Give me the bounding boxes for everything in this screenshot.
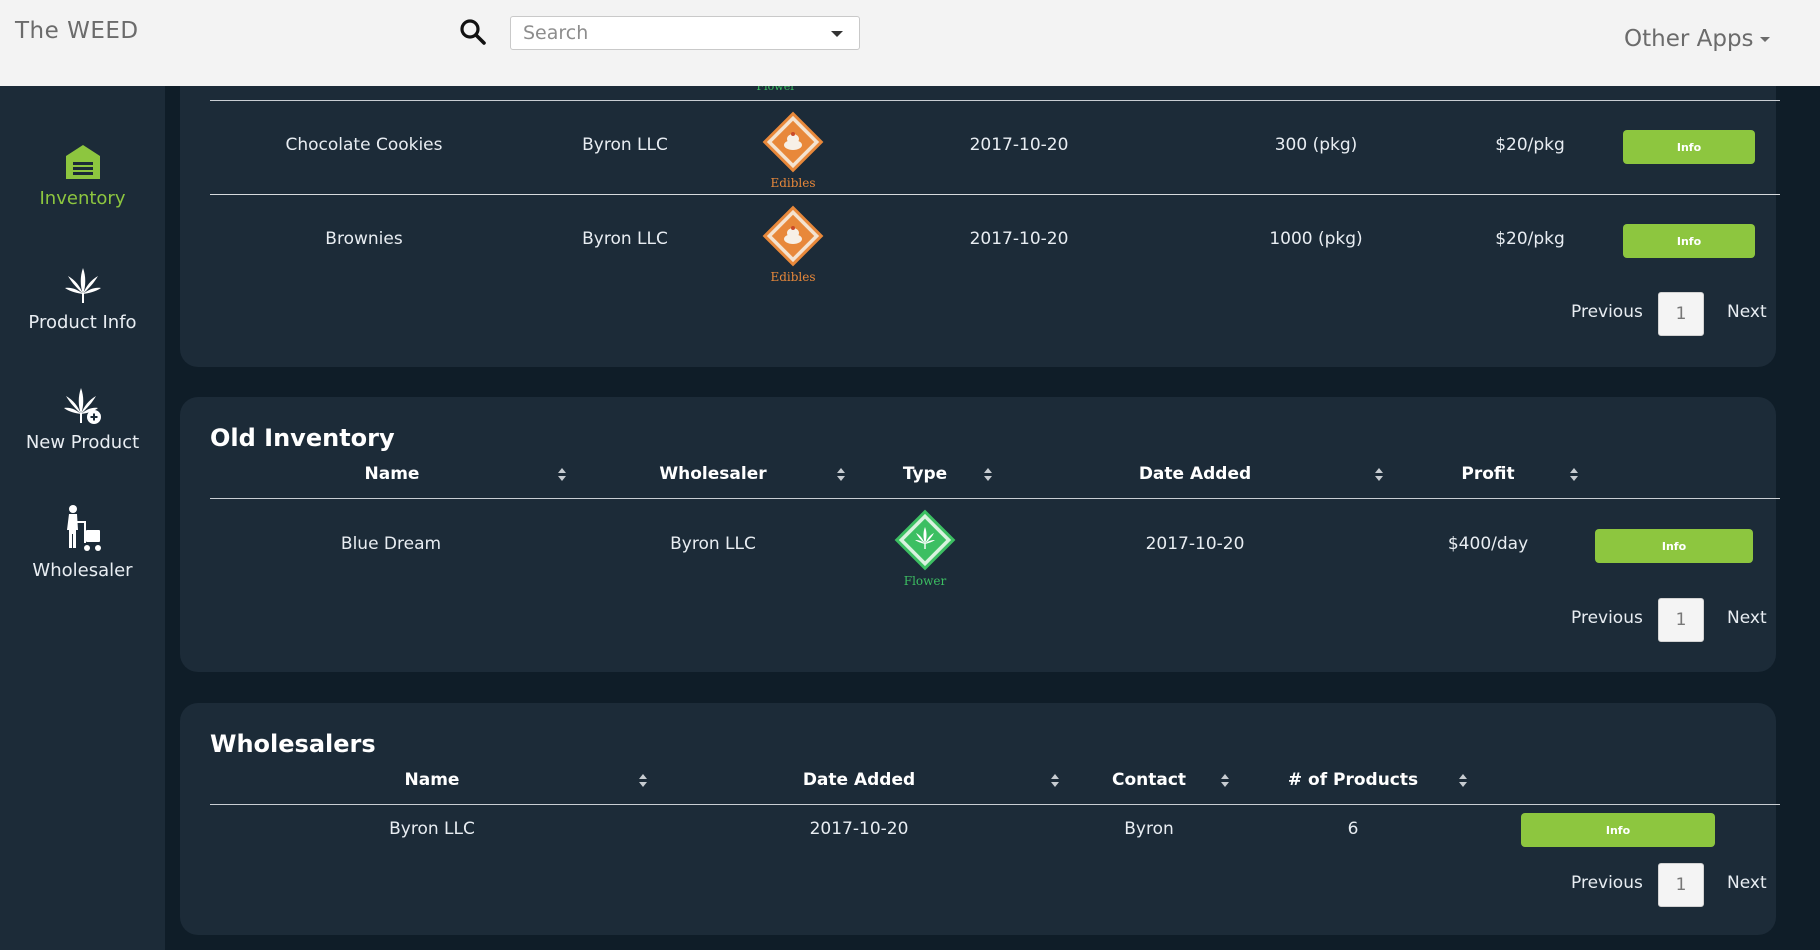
type-label: Flower — [903, 574, 947, 588]
warehouse-icon — [65, 145, 100, 179]
sidebar-item-label: Product Info — [28, 312, 137, 333]
product-name: Chocolate Cookies — [285, 135, 443, 155]
sort-icon[interactable] — [1375, 468, 1383, 482]
column-header-profit[interactable]: Profit — [1461, 464, 1514, 484]
wholesalers-card: Wholesalers Name Date Added Contact # of… — [180, 703, 1780, 935]
info-button[interactable]: Info — [1595, 529, 1753, 563]
section-title: Wholesalers — [210, 730, 376, 758]
date-added: 2017-10-20 — [1145, 534, 1245, 554]
info-button[interactable]: Info — [1623, 224, 1755, 258]
edibles-icon — [762, 205, 824, 267]
product-wholesaler: Byron LLC — [582, 135, 668, 155]
column-header-date-added[interactable]: Date Added — [803, 770, 915, 790]
product-price: $20/pkg — [1495, 229, 1565, 249]
date-added: 2017-10-20 — [969, 229, 1069, 249]
top-bar: The WEED Other Apps — [0, 0, 1820, 86]
product-quantity: 300 (pkg) — [1274, 135, 1358, 155]
sort-icon[interactable] — [984, 468, 992, 482]
other-apps-label: Other Apps — [1624, 26, 1754, 52]
sidebar-item-label: Wholesaler — [32, 560, 133, 581]
sidebar-item-wholesaler[interactable]: Wholesaler — [0, 504, 165, 581]
column-header-products[interactable]: # of Products — [1288, 770, 1418, 790]
info-button[interactable]: Info — [1623, 130, 1755, 164]
table-divider — [210, 804, 1780, 805]
product-quantity: 1000 (pkg) — [1269, 229, 1363, 249]
edibles-icon — [762, 111, 824, 173]
table-divider — [210, 100, 1780, 101]
caret-down-icon — [1759, 37, 1770, 42]
type-badge-flower: Flower — [890, 508, 960, 588]
column-header-name[interactable]: Name — [365, 464, 420, 484]
pager-previous[interactable]: Previous — [1571, 608, 1643, 628]
search-input[interactable] — [523, 22, 823, 44]
date-added: 2017-10-20 — [969, 135, 1069, 155]
wholesaler-product-count: 6 — [1347, 819, 1359, 839]
sort-icon[interactable] — [1051, 774, 1059, 788]
product-wholesaler: Byron LLC — [670, 534, 756, 554]
product-price: $20/pkg — [1495, 135, 1565, 155]
sidebar: Inventory Product Info New Product Whole… — [0, 86, 165, 950]
column-header-contact[interactable]: Contact — [1112, 770, 1186, 790]
table-divider — [210, 498, 1780, 499]
cannabis-leaf-icon — [64, 268, 101, 303]
pager-next[interactable]: Next — [1727, 608, 1767, 628]
flower-icon — [894, 509, 956, 571]
app-title[interactable]: The WEED — [15, 18, 139, 44]
type-badge-edibles: Edibles — [758, 204, 828, 284]
column-header-name[interactable]: Name — [405, 770, 460, 790]
sidebar-item-new-product[interactable]: New Product — [0, 386, 165, 453]
info-button[interactable]: Info — [1521, 813, 1715, 847]
sort-icon[interactable] — [1570, 468, 1578, 482]
sort-icon[interactable] — [1221, 774, 1229, 788]
chevron-down-icon[interactable] — [831, 31, 843, 37]
product-wholesaler: Byron LLC — [582, 229, 668, 249]
pager-page-1[interactable]: 1 — [1658, 292, 1704, 336]
product-name: Brownies — [325, 229, 403, 249]
wholesaler-name: Byron LLC — [389, 819, 475, 839]
wholesaler-contact: Byron — [1124, 819, 1174, 839]
sidebar-item-inventory[interactable]: Inventory — [0, 142, 165, 209]
sort-icon[interactable] — [639, 774, 647, 788]
old-inventory-card: Old Inventory Name Wholesaler Type Date … — [180, 397, 1780, 672]
search-icon[interactable] — [459, 18, 487, 46]
sidebar-item-product-info[interactable]: Product Info — [0, 266, 165, 333]
pager-next[interactable]: Next — [1727, 873, 1767, 893]
cannabis-leaf-plus-icon — [63, 388, 101, 424]
pager-next[interactable]: Next — [1727, 302, 1767, 322]
pager-page-1[interactable]: 1 — [1658, 598, 1704, 642]
sidebar-item-label: New Product — [25, 432, 140, 453]
current-inventory-card: Chocolate Cookies Byron LLC Edibles 2017… — [180, 40, 1780, 367]
type-label: Edibles — [770, 270, 816, 284]
pager-previous[interactable]: Previous — [1571, 302, 1643, 322]
product-profit: $400/day — [1447, 534, 1529, 554]
pager-page-1[interactable]: 1 — [1658, 863, 1704, 907]
sort-icon[interactable] — [558, 468, 566, 482]
sidebar-item-label: Inventory — [39, 188, 126, 209]
product-name: Blue Dream — [340, 534, 442, 554]
date-added: 2017-10-20 — [809, 819, 909, 839]
type-label: Edibles — [770, 176, 816, 190]
column-header-wholesaler[interactable]: Wholesaler — [659, 464, 766, 484]
sort-icon[interactable] — [837, 468, 845, 482]
column-header-type[interactable]: Type — [903, 464, 947, 484]
person-cart-icon — [66, 505, 101, 551]
table-divider — [210, 194, 1780, 195]
column-header-date-added[interactable]: Date Added — [1139, 464, 1251, 484]
search-field[interactable] — [510, 16, 860, 50]
sort-icon[interactable] — [1459, 774, 1467, 788]
other-apps-dropdown[interactable]: Other Apps — [1624, 26, 1770, 52]
type-badge-edibles: Edibles — [758, 110, 828, 190]
section-title: Old Inventory — [210, 424, 395, 452]
pager-previous[interactable]: Previous — [1571, 873, 1643, 893]
